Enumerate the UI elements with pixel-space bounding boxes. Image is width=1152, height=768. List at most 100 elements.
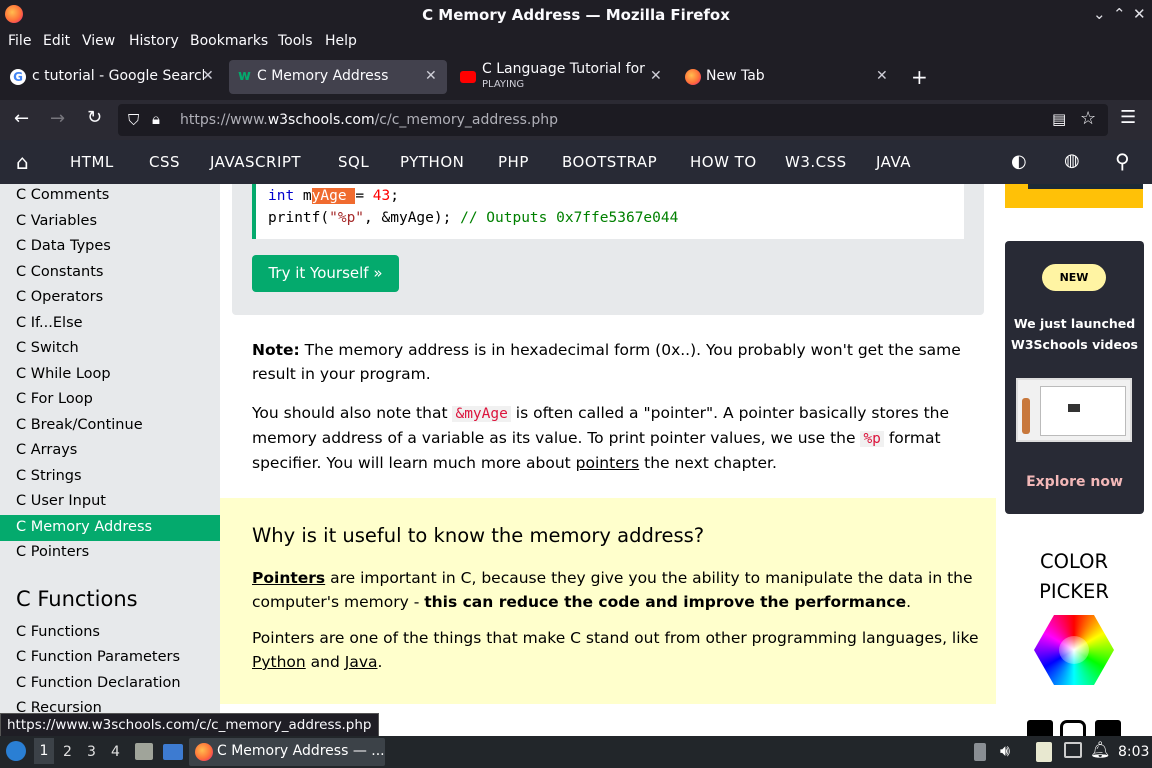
sidebar-item[interactable]: C Arrays bbox=[16, 442, 77, 458]
bookmark-star-icon[interactable]: ☆ bbox=[1080, 108, 1096, 129]
dark-mode-icon[interactable]: ◐ bbox=[1011, 151, 1027, 172]
sidebar-item-active[interactable]: C Memory Address bbox=[16, 519, 152, 535]
start-menu-icon[interactable] bbox=[6, 741, 26, 761]
tab-youtube[interactable]: C Language Tutorial for B PLAYING ✕ bbox=[452, 60, 670, 94]
firefox-tab-icon bbox=[685, 69, 701, 85]
home-icon[interactable]: ⌂ bbox=[16, 150, 29, 174]
desktop-icon[interactable] bbox=[163, 744, 183, 760]
java-link[interactable]: Java bbox=[345, 653, 378, 671]
sidebar-item[interactable]: C Switch bbox=[16, 340, 79, 356]
menu-edit[interactable]: Edit bbox=[43, 33, 70, 49]
network-icon[interactable] bbox=[1064, 742, 1082, 758]
close-tab-icon[interactable]: ✕ bbox=[876, 68, 888, 84]
notification-bell-icon[interactable]: 🔔︎ bbox=[1090, 740, 1110, 759]
nav-css[interactable]: CSS bbox=[149, 153, 180, 171]
close-tab-icon[interactable]: ✕ bbox=[650, 68, 662, 84]
url-bar[interactable]: ⛉ 🔒︎ https://www.w3schools.com/c/c_memor… bbox=[118, 104, 1108, 136]
sidebar-item[interactable]: C Break/Continue bbox=[16, 417, 143, 433]
linkedin-icon[interactable] bbox=[1095, 720, 1121, 736]
lock-icon[interactable]: 🔒︎ bbox=[152, 110, 160, 128]
tab-new-tab[interactable]: New Tab ✕ bbox=[676, 60, 894, 94]
workspace-2[interactable]: 2 bbox=[63, 744, 72, 760]
forward-icon[interactable]: → bbox=[50, 108, 65, 129]
nav-html[interactable]: HTML bbox=[70, 153, 114, 171]
sidebar-item[interactable]: C Function Declaration bbox=[16, 675, 181, 691]
videos-ad-card[interactable]: NEW We just launched W3Schools videos Ex… bbox=[1005, 241, 1144, 514]
nav-sql[interactable]: SQL bbox=[338, 153, 369, 171]
ad-line-2: W3Schools videos bbox=[1011, 337, 1138, 352]
search-icon[interactable]: ⚲ bbox=[1115, 149, 1130, 173]
sidebar-item[interactable]: C While Loop bbox=[16, 366, 111, 382]
color-picker-label-1[interactable]: COLOR bbox=[996, 550, 1152, 573]
sidebar-item[interactable]: C Function Parameters bbox=[16, 649, 180, 665]
sidebar-item[interactable]: C For Loop bbox=[16, 391, 93, 407]
menu-help[interactable]: Help bbox=[325, 33, 357, 49]
sidebar-item[interactable]: C Constants bbox=[16, 264, 103, 280]
menu-file[interactable]: File bbox=[8, 33, 31, 49]
tab-label: C Memory Address bbox=[257, 68, 389, 84]
tab-label: c tutorial - Google Search bbox=[32, 68, 204, 84]
main-content: int myAge = 43; printf("%p", &myAge); //… bbox=[220, 184, 996, 736]
menu-bookmarks[interactable]: Bookmarks bbox=[190, 33, 268, 49]
minimize-icon[interactable]: ⌄ bbox=[1093, 5, 1106, 23]
clipboard-icon[interactable] bbox=[974, 743, 986, 761]
new-tab-plus-icon[interactable]: + bbox=[911, 65, 928, 89]
sidebar-item[interactable]: C User Input bbox=[16, 493, 106, 509]
instagram-icon[interactable] bbox=[1060, 720, 1086, 736]
menu-view[interactable]: View bbox=[82, 33, 115, 49]
menu-history[interactable]: History bbox=[129, 33, 179, 49]
close-tab-icon[interactable]: ✕ bbox=[425, 68, 437, 84]
tab-google-search[interactable]: G c tutorial - Google Search ✕ bbox=[4, 60, 226, 94]
nav-bootstrap[interactable]: BOOTSTRAP bbox=[562, 153, 657, 171]
close-tab-icon[interactable]: ✕ bbox=[202, 68, 214, 84]
sidebar-item[interactable]: C Operators bbox=[16, 289, 103, 305]
color-picker-label-2[interactable]: PICKER bbox=[996, 580, 1152, 603]
maximize-icon[interactable]: ⌃ bbox=[1113, 5, 1126, 23]
sidebar-section-heading: C Functions bbox=[16, 587, 138, 611]
close-window-icon[interactable]: ✕ bbox=[1133, 5, 1146, 23]
nav-javascript[interactable]: JAVASCRIPT bbox=[210, 153, 301, 171]
w3schools-topnav: ⌂ HTML CSS JAVASCRIPT SQL PYTHON PHP BOO… bbox=[0, 140, 1152, 184]
menu-bar: File Edit View History Bookmarks Tools H… bbox=[0, 30, 1152, 54]
nav-howto[interactable]: HOW TO bbox=[690, 153, 757, 171]
reload-icon[interactable]: ↻ bbox=[87, 107, 102, 128]
thumbnail-screen bbox=[1040, 386, 1126, 436]
sidebar-item[interactable]: C Data Types bbox=[16, 238, 111, 254]
shield-icon[interactable]: ⛉ bbox=[128, 111, 139, 129]
volume-icon[interactable]: 🔊︎ bbox=[1000, 741, 1010, 761]
reader-view-icon[interactable]: ▤ bbox=[1052, 110, 1066, 128]
firefox-taskbar-icon bbox=[195, 743, 213, 761]
pointers-link[interactable]: pointers bbox=[576, 454, 640, 472]
python-link[interactable]: Python bbox=[252, 653, 306, 671]
tab-c-memory-address[interactable]: ᴡ C Memory Address ✕ bbox=[229, 60, 447, 94]
nav-php[interactable]: PHP bbox=[498, 153, 529, 171]
sidebar-item[interactable]: C Pointers bbox=[16, 544, 89, 560]
workspace-1[interactable]: 1 bbox=[34, 738, 54, 764]
sidebar-item[interactable]: C Comments bbox=[16, 187, 109, 203]
explore-now-link[interactable]: Explore now bbox=[1005, 474, 1144, 490]
nav-python[interactable]: PYTHON bbox=[400, 153, 464, 171]
menu-tools[interactable]: Tools bbox=[278, 33, 313, 49]
sidebar-item[interactable]: C Functions bbox=[16, 624, 100, 640]
video-thumbnail bbox=[1016, 378, 1132, 442]
sidebar-item[interactable]: C Variables bbox=[16, 213, 97, 229]
hamburger-menu-icon[interactable]: ☰ bbox=[1120, 107, 1136, 128]
sidebar-item[interactable]: C If...Else bbox=[16, 315, 83, 331]
facebook-icon[interactable] bbox=[1027, 720, 1053, 736]
nav-w3css[interactable]: W3.CSS bbox=[785, 153, 847, 171]
workspace-4[interactable]: 4 bbox=[111, 744, 120, 760]
url-text[interactable]: https://www.w3schools.com/c/c_memory_add… bbox=[180, 112, 558, 128]
file-manager-icon[interactable] bbox=[135, 743, 153, 760]
thumbnail-figure-icon bbox=[1022, 398, 1030, 434]
pointers-bold-link[interactable]: Pointers bbox=[252, 569, 325, 587]
back-icon[interactable]: ← bbox=[14, 108, 29, 129]
ad-dark-bar bbox=[1028, 184, 1143, 189]
code-line-2: printf("%p", &myAge); // Outputs 0x7ffe5… bbox=[268, 210, 679, 226]
notes-icon[interactable] bbox=[1036, 742, 1052, 762]
nav-java[interactable]: JAVA bbox=[876, 153, 911, 171]
globe-icon[interactable]: ◍ bbox=[1064, 150, 1080, 171]
sidebar-item[interactable]: C Strings bbox=[16, 468, 82, 484]
try-it-yourself-button[interactable]: Try it Yourself » bbox=[252, 255, 399, 292]
taskbar-firefox-button[interactable]: C Memory Address — ... bbox=[189, 738, 385, 766]
workspace-3[interactable]: 3 bbox=[87, 744, 96, 760]
